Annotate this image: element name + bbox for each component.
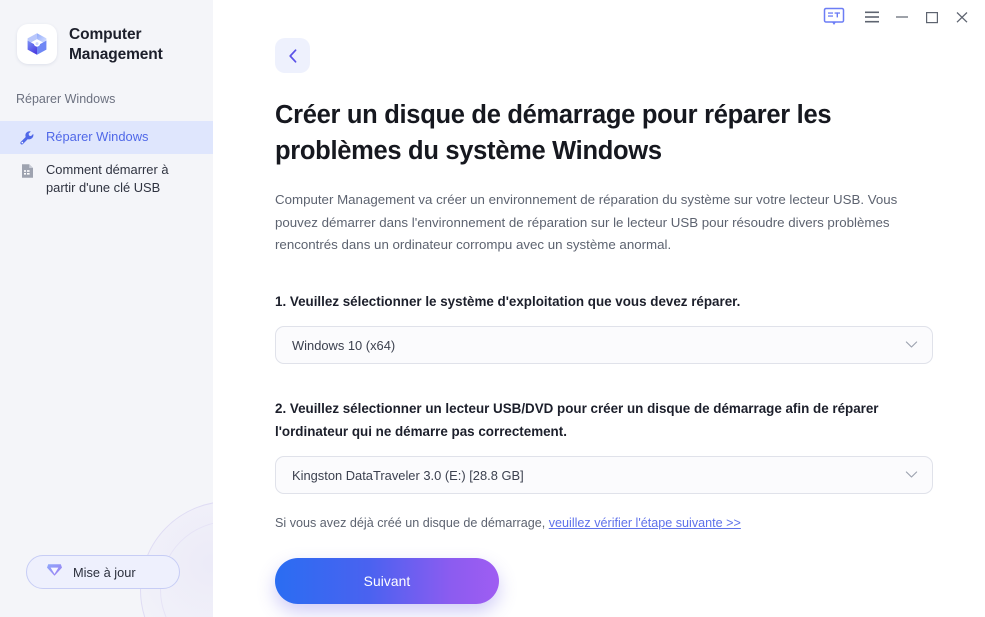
brand-title: Computer Management [69,26,163,63]
diamond-gem-icon [45,561,64,584]
close-icon [956,11,968,23]
sidebar: Computer Management Réparer Windows Répa… [0,0,213,617]
wrench-icon [18,129,36,147]
usb-drive-select-value: Kingston DataTraveler 3.0 (E:) [28.8 GB] [292,467,524,483]
step2-label: 2. Veuillez sélectionner un lecteur USB/… [275,401,879,439]
maximize-icon [926,11,939,23]
next-step-link[interactable]: veuillez vérifier l'étape suivante >> [549,516,741,530]
chevron-down-icon [905,466,918,484]
sidebar-item-label: Réparer Windows [46,129,149,144]
hint-text: Si vous avez déjà créé un disque de déma… [275,516,549,530]
app-window: Computer Management Réparer Windows Répa… [0,0,985,617]
os-select-value: Windows 10 (x64) [292,337,396,353]
titlebar [817,0,985,34]
app-logo [17,24,57,64]
next-button[interactable]: Suivant [275,558,499,604]
maximize-button[interactable] [917,2,947,32]
page-description: Computer Management va créer un environn… [275,192,898,252]
document-icon [18,162,36,180]
update-button-label: Mise à jour [73,564,136,580]
hamburger-menu-icon [865,11,879,23]
hint-line: Si vous avez déjà créé un disque de déma… [275,516,985,530]
back-button[interactable] [275,38,310,73]
main-content: Créer un disque de démarrage pour répare… [213,0,985,617]
step1-label: 1. Veuillez sélectionner le système d'ex… [275,293,741,309]
menu-button[interactable] [857,2,887,32]
chevron-left-icon [288,48,296,63]
feedback-bubble-icon [823,7,845,25]
brand: Computer Management [0,0,213,65]
cube-hexagon-logo-icon [27,33,47,55]
feedback-button[interactable] [817,2,851,32]
os-select[interactable]: Windows 10 (x64) [275,326,933,364]
sidebar-section-label: Réparer Windows [16,92,116,106]
close-button[interactable] [947,2,977,32]
chevron-down-icon [905,336,918,354]
sidebar-item-reparer-windows[interactable]: Réparer Windows [0,121,213,154]
minimize-button[interactable] [887,2,917,32]
update-button[interactable]: Mise à jour [26,555,180,589]
sidebar-nav: Réparer Windows Comment démarrer à parti… [0,121,213,204]
content-area: Créer un disque de démarrage pour répare… [213,0,985,604]
minimize-icon [896,16,908,18]
page-title: Créer un disque de démarrage pour répare… [275,101,832,165]
sidebar-item-label: Comment démarrer à partir d'une clé USB [46,162,169,195]
sidebar-item-comment-demarrer[interactable]: Comment démarrer à partir d'une clé USB [0,154,213,204]
usb-drive-select[interactable]: Kingston DataTraveler 3.0 (E:) [28.8 GB] [275,456,933,494]
